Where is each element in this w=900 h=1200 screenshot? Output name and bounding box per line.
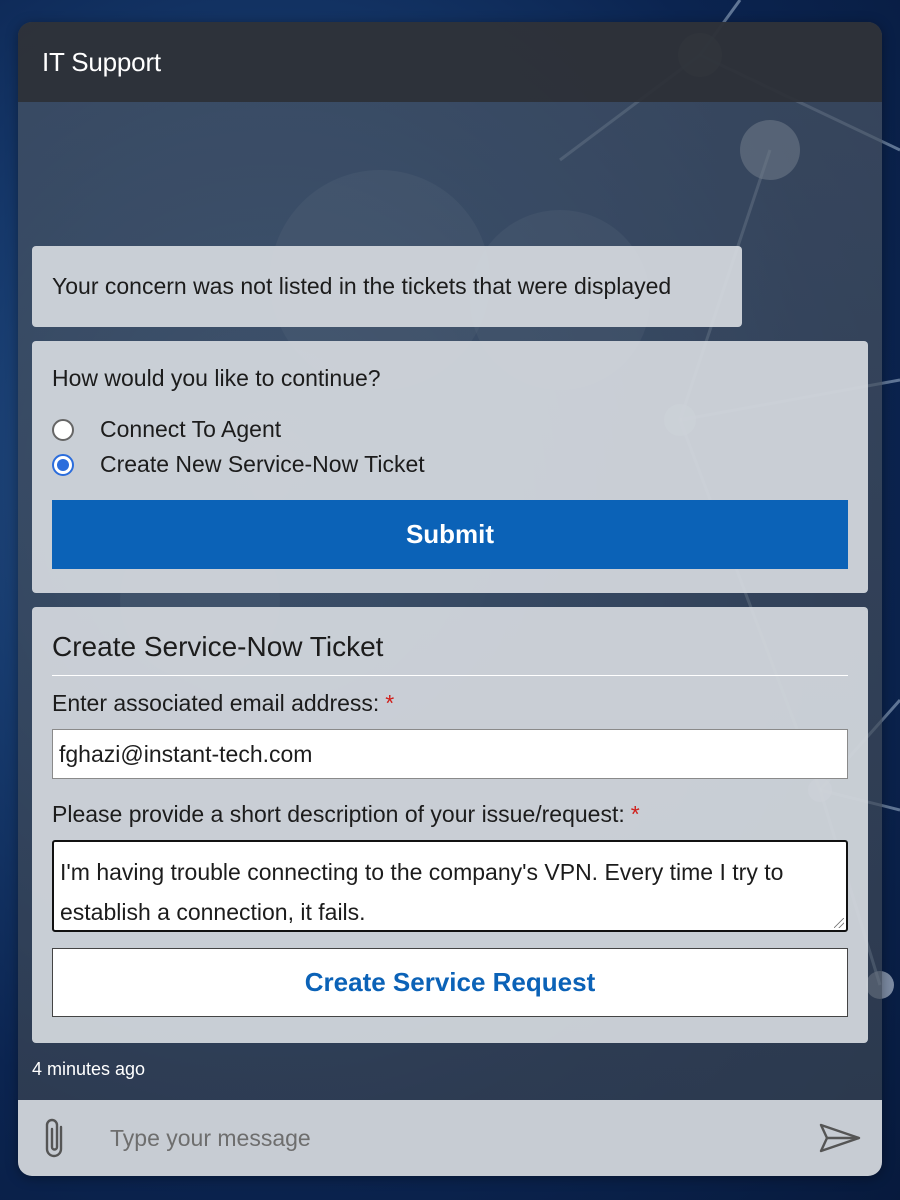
create-service-request-button[interactable]: Create Service Request bbox=[52, 948, 848, 1017]
continue-choice-card: How would you like to continue? Connect … bbox=[32, 341, 868, 593]
email-label: Enter associated email address: * bbox=[52, 690, 848, 717]
message-composer: Type your message bbox=[18, 1100, 882, 1176]
email-label-text: Enter associated email address: bbox=[52, 690, 380, 716]
choice-question: How would you like to continue? bbox=[52, 365, 381, 391]
description-label: Please provide a short description of yo… bbox=[52, 801, 848, 828]
email-field[interactable]: fghazi@instant-tech.com bbox=[52, 729, 848, 779]
option-label: Connect To Agent bbox=[100, 416, 282, 442]
ticket-form-card: Create Service-Now Ticket Enter associat… bbox=[32, 607, 868, 1043]
radio-checked[interactable] bbox=[52, 453, 74, 476]
required-marker: * bbox=[630, 801, 640, 827]
option-label: Create New Service-Now Ticket bbox=[100, 451, 425, 477]
description-textarea[interactable]: I'm having trouble connecting to the com… bbox=[52, 840, 848, 932]
option-connect-to-agent[interactable]: Connect To Agent bbox=[52, 412, 848, 447]
bot-message-text: Your concern was not listed in the ticke… bbox=[52, 273, 672, 299]
option-create-ticket[interactable]: Create New Service-Now Ticket bbox=[52, 447, 848, 482]
chat-header: IT Support bbox=[18, 22, 882, 102]
submit-button[interactable]: Submit bbox=[52, 500, 848, 569]
description-label-text: Please provide a short description of yo… bbox=[52, 801, 625, 827]
chat-title: IT Support bbox=[42, 46, 161, 77]
message-input[interactable]: Type your message bbox=[110, 1125, 818, 1152]
required-marker: * bbox=[385, 690, 395, 716]
paperclip-icon[interactable] bbox=[42, 1117, 82, 1159]
form-title: Create Service-Now Ticket bbox=[52, 631, 848, 676]
chat-widget: IT Support Your concern was not listed i… bbox=[18, 22, 882, 1176]
bot-message: Your concern was not listed in the ticke… bbox=[32, 246, 742, 327]
send-icon[interactable] bbox=[818, 1122, 864, 1154]
radio-unchecked[interactable] bbox=[52, 418, 74, 441]
message-timestamp: 4 minutes ago bbox=[32, 1059, 146, 1079]
